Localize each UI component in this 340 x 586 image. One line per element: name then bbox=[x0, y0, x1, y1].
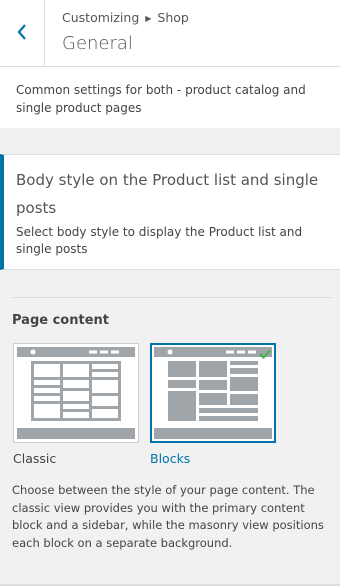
checkmark-icon bbox=[258, 347, 272, 361]
customizer-header: Customizing ▶ Shop General bbox=[0, 0, 340, 67]
breadcrumb-arrow-icon: ▶ bbox=[145, 14, 152, 23]
layout-option-label: Blocks bbox=[150, 451, 191, 466]
section-description: Common settings for both - product catal… bbox=[0, 67, 340, 128]
layout-option-blocks[interactable]: Blocks bbox=[150, 343, 276, 466]
classic-layout-thumbnail bbox=[13, 343, 139, 443]
blocks-layout-thumbnail bbox=[150, 343, 276, 443]
breadcrumb-parent: Customizing bbox=[62, 10, 140, 25]
breadcrumb: Customizing ▶ Shop bbox=[62, 10, 189, 25]
page-content-label: Page content bbox=[12, 313, 109, 328]
body-style-section: Body style on the Product list and singl… bbox=[0, 154, 340, 270]
section-subtitle: Select body style to display the Product… bbox=[16, 225, 303, 256]
chevron-left-icon bbox=[16, 23, 28, 45]
page-content-help-text: Choose between the style of your page co… bbox=[12, 483, 324, 550]
back-button[interactable] bbox=[0, 0, 45, 67]
divider bbox=[12, 297, 332, 298]
layout-option-label: Classic bbox=[13, 451, 57, 466]
page-title: General bbox=[62, 33, 133, 54]
section-title: Body style on the Product list and singl… bbox=[16, 171, 319, 217]
layout-option-classic[interactable]: Classic bbox=[13, 343, 139, 466]
breadcrumb-current: Shop bbox=[157, 10, 189, 25]
